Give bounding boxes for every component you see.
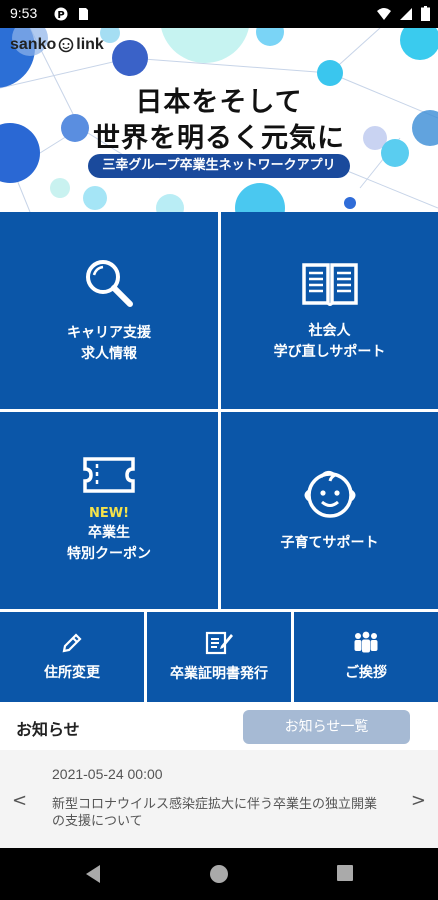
search-icon bbox=[86, 259, 133, 307]
news-date: 2021-05-24 00:00 bbox=[52, 766, 163, 782]
signal-icon bbox=[400, 7, 412, 20]
coupon-label-2: 特別クーポン bbox=[67, 546, 151, 562]
childcare-support-tile[interactable]: 子育てサポート bbox=[221, 412, 438, 609]
news-header: お知らせ お知らせ一覧 bbox=[0, 702, 438, 750]
new-badge: NEW! bbox=[88, 506, 130, 521]
baby-face-icon bbox=[304, 470, 355, 518]
headline-line-1: 日本をそして bbox=[135, 87, 303, 118]
news-section-title: お知らせ bbox=[16, 720, 80, 739]
career-support-label-2: 求人情報 bbox=[81, 345, 137, 362]
svg-text:P: P bbox=[57, 10, 64, 21]
people-icon bbox=[354, 631, 378, 652]
back-icon[interactable] bbox=[84, 864, 102, 884]
career-support-label-1: キャリア支援 bbox=[67, 324, 151, 341]
greeting-tile[interactable]: ご挨拶 bbox=[294, 612, 438, 702]
address-change-tile[interactable]: 住所変更 bbox=[0, 612, 144, 702]
certificate-icon bbox=[205, 631, 233, 654]
relearning-label-2: 学び直しサポート bbox=[273, 343, 386, 360]
headline-line-2: 世界を明るく元気に bbox=[93, 123, 345, 154]
sd-card-icon bbox=[79, 8, 88, 20]
coupon-label-1: 卒業生 bbox=[88, 525, 130, 541]
childcare-label: 子育てサポート bbox=[280, 535, 379, 551]
address-change-label: 住所変更 bbox=[44, 664, 100, 681]
certificate-tile[interactable]: 卒業証明書発行 bbox=[147, 612, 291, 702]
recents-icon[interactable] bbox=[336, 864, 354, 882]
wifi-icon bbox=[377, 7, 391, 20]
pencil-icon bbox=[62, 632, 82, 652]
home-icon[interactable] bbox=[209, 864, 229, 884]
menu-grid: キャリア支援 求人情報 社会人 学び直しサポート NEW! 卒業生 特別クーポン… bbox=[0, 212, 438, 702]
greeting-label: ご挨拶 bbox=[345, 664, 387, 681]
relearning-support-tile[interactable]: 社会人 学び直しサポート bbox=[221, 212, 438, 409]
relearning-label-1: 社会人 bbox=[308, 322, 351, 339]
news-next-arrow[interactable]: > bbox=[411, 790, 426, 811]
book-icon bbox=[301, 262, 358, 306]
notification-p-icon: P bbox=[54, 7, 68, 21]
sanko-link-logo: sanko link bbox=[10, 36, 104, 53]
ticket-icon bbox=[83, 457, 135, 493]
news-item-text[interactable]: 新型コロナウイルス感染症拡大に伴う卒業生の独立開業の支援について bbox=[52, 796, 382, 830]
career-support-tile[interactable]: キャリア支援 求人情報 bbox=[0, 212, 218, 409]
hero-banner: sanko link 日本をそして 世界を明るく元気に 三幸グループ卒業生ネット… bbox=[0, 28, 438, 212]
graduate-coupon-tile[interactable]: NEW! 卒業生 特別クーポン bbox=[0, 412, 218, 609]
news-prev-arrow[interactable]: < bbox=[12, 790, 27, 811]
battery-icon bbox=[421, 6, 430, 21]
news-list-button[interactable]: お知らせ一覧 bbox=[243, 710, 410, 744]
news-carousel: < 2021-05-24 00:00 新型コロナウイルス感染症拡大に伴う卒業生の… bbox=[0, 750, 438, 850]
system-navigation-bar bbox=[0, 848, 438, 900]
certificate-label: 卒業証明書発行 bbox=[170, 665, 268, 682]
status-bar: 9:53 P bbox=[0, 0, 438, 28]
tagline-badge: 三幸グループ卒業生ネットワークアプリ bbox=[88, 154, 350, 178]
logo-mark-icon bbox=[58, 37, 74, 53]
status-time: 9:53 bbox=[10, 5, 38, 21]
